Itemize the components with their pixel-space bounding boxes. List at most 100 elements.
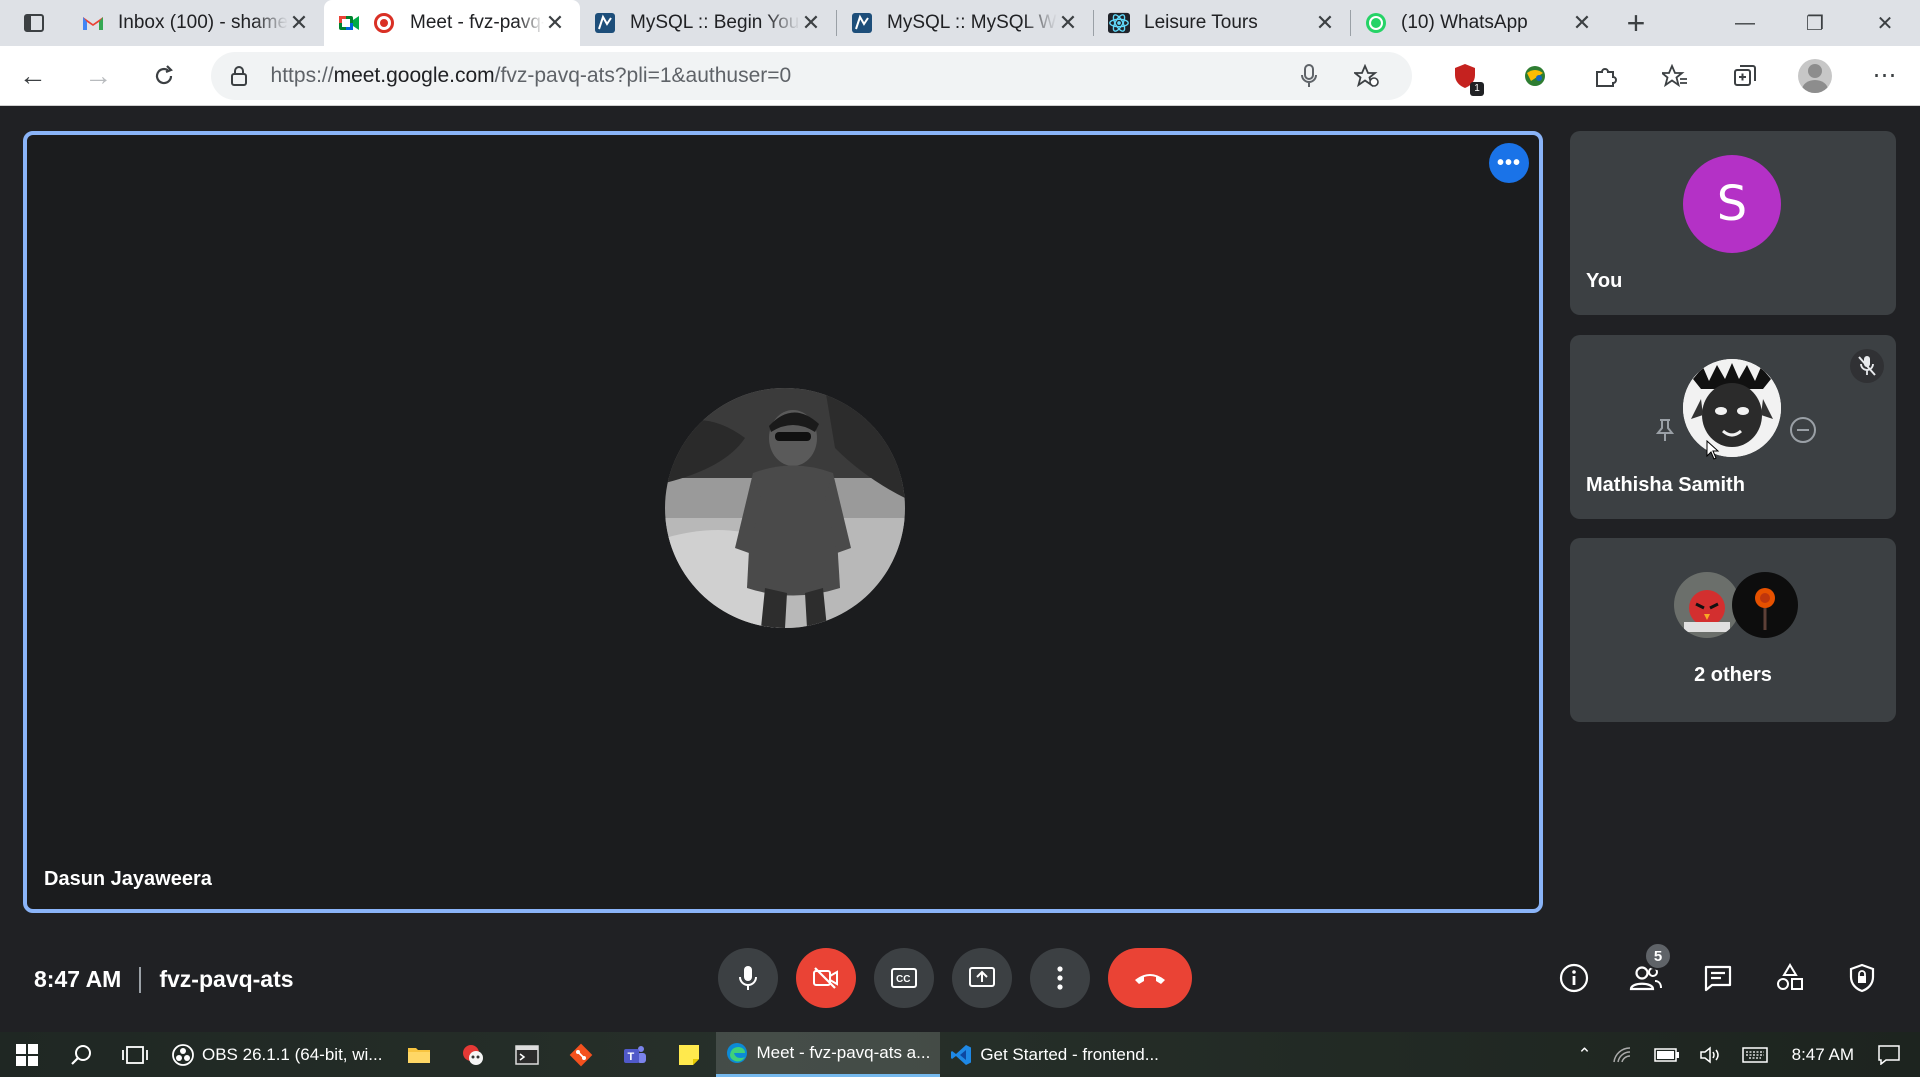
tab-leisure-tours[interactable]: Leisure Tours ✕ <box>1094 0 1350 46</box>
tab-mysql-workbench[interactable]: MySQL :: MySQL Wo ✕ <box>837 0 1093 46</box>
meet-control-bar: 8:47 AM fvz-pavq-ats CC 5 <box>0 924 1920 1032</box>
tab-meet[interactable]: Meet - fvz-pavq-ats ✕ <box>324 0 580 46</box>
camera-toggle-button[interactable] <box>796 948 856 1008</box>
remove-circle-icon <box>1790 417 1816 443</box>
task-view-icon <box>122 1045 148 1064</box>
tab-close-icon[interactable]: ✕ <box>800 10 822 35</box>
git-button[interactable] <box>554 1032 608 1077</box>
start-button[interactable] <box>0 1032 54 1077</box>
tab-close-icon[interactable]: ✕ <box>1314 10 1336 35</box>
pin-icon <box>1655 419 1675 441</box>
reload-button[interactable] <box>131 46 197 106</box>
tab-close-icon[interactable]: ✕ <box>1057 10 1079 35</box>
app-button[interactable] <box>446 1032 500 1077</box>
chat-icon <box>1704 965 1732 992</box>
others-label: 2 others <box>1694 664 1772 686</box>
taskbar-app-obs[interactable]: OBS 26.1.1 (64-bit, wi... <box>162 1032 392 1077</box>
more-horizontal-icon: ••• <box>1496 151 1521 174</box>
sticky-notes-button[interactable] <box>662 1032 716 1077</box>
plus-icon: + <box>1626 4 1646 41</box>
lock-icon[interactable] <box>227 65 251 86</box>
add-favorite-icon[interactable] <box>1338 63 1396 88</box>
activities-button[interactable] <box>1754 948 1826 1008</box>
address-bar[interactable]: https://meet.google.com/fvz-pavq-ats?pli… <box>210 51 1412 100</box>
tab-gmail[interactable]: Inbox (100) - shame ✕ <box>68 0 324 46</box>
battery-icon <box>1653 1047 1679 1062</box>
keyboard-button[interactable] <box>1732 1046 1778 1063</box>
taskbar-app-edge[interactable]: Meet - fvz-pavq-ats a... <box>716 1032 941 1077</box>
captions-button[interactable]: CC <box>874 948 934 1008</box>
settings-more-button[interactable]: ⋯ <box>1850 46 1920 106</box>
show-everyone-button[interactable]: 5 <box>1610 942 1682 1008</box>
network-button[interactable] <box>1602 1046 1644 1064</box>
call-controls: CC <box>718 948 1192 1008</box>
chat-bubble-app-icon <box>463 1044 484 1065</box>
favorites-button[interactable] <box>1640 46 1710 106</box>
collections-button[interactable] <box>1710 46 1780 106</box>
meet-stage: ••• Dasun Jayaweera S You Mathisha Samit… <box>0 107 1920 1055</box>
host-controls-button[interactable] <box>1826 948 1898 1008</box>
tab-title: MySQL :: MySQL Wo <box>887 12 1057 33</box>
participant-count-badge: 5 <box>1644 942 1672 970</box>
meeting-details: 8:47 AM fvz-pavq-ats <box>34 966 294 993</box>
participant-name: Mathisha Samith <box>1586 474 1745 496</box>
notification-center-button[interactable] <box>1868 1044 1910 1065</box>
present-screen-button[interactable] <box>952 948 1012 1008</box>
self-tile[interactable]: S You <box>1570 131 1896 315</box>
tile-more-options-button[interactable]: ••• <box>1489 143 1529 183</box>
others-tile[interactable]: 2 others <box>1570 538 1896 722</box>
chat-button[interactable] <box>1682 948 1754 1008</box>
volume-button[interactable] <box>1690 1045 1732 1064</box>
taskbar-app-vscode[interactable]: Get Started - frontend... <box>940 1032 1169 1077</box>
windows-logo-icon <box>16 1043 38 1066</box>
mysql-icon <box>851 12 873 34</box>
url-text[interactable]: https://meet.google.com/fvz-pavq-ats?pli… <box>271 64 1280 88</box>
tab-close-icon[interactable]: ✕ <box>544 10 566 35</box>
extensions-button[interactable] <box>1570 46 1640 106</box>
microphone-icon <box>739 966 757 990</box>
tab-title: Leisure Tours <box>1144 12 1258 33</box>
task-view-button[interactable] <box>108 1032 162 1077</box>
main-participant-tile[interactable]: ••• Dasun Jayaweera <box>23 131 1543 913</box>
participant-name: You <box>1586 270 1623 292</box>
profile-button[interactable] <box>1780 46 1850 106</box>
taskbar-clock[interactable]: 8:47 AM <box>1778 1045 1868 1065</box>
restore-button[interactable]: ❐ <box>1780 0 1850 46</box>
taskbar-app-label: OBS 26.1.1 (64-bit, wi... <box>202 1044 383 1064</box>
taskbar-app-label: Get Started - frontend... <box>980 1044 1159 1064</box>
teams-button[interactable]: T <box>608 1032 662 1077</box>
whatsapp-icon <box>1365 12 1387 34</box>
back-button[interactable]: ← <box>0 46 66 106</box>
forward-button[interactable]: → <box>66 46 132 106</box>
file-explorer-button[interactable] <box>392 1032 446 1077</box>
microphone-icon[interactable] <box>1280 63 1338 88</box>
leave-call-button[interactable] <box>1108 948 1192 1008</box>
shield-extension-button[interactable]: 1 <box>1430 46 1500 106</box>
search-button[interactable] <box>54 1032 108 1077</box>
meeting-details-button[interactable] <box>1538 948 1610 1008</box>
remove-participant-button[interactable] <box>1788 415 1818 445</box>
minimize-button[interactable]: — <box>1710 0 1780 46</box>
minimize-icon: — <box>1735 11 1755 34</box>
arrow-right-icon: → <box>84 59 113 91</box>
participant-tile[interactable]: Mathisha Samith <box>1570 335 1896 519</box>
terminal-button[interactable] <box>500 1032 554 1077</box>
tab-whatsapp[interactable]: (10) WhatsApp ✕ <box>1351 0 1607 46</box>
tab-actions-icon <box>24 14 44 32</box>
close-window-button[interactable]: ✕ <box>1850 0 1920 46</box>
tab-actions-menu-button[interactable] <box>0 0 68 46</box>
pin-button[interactable] <box>1650 415 1680 445</box>
profile-avatar <box>1797 58 1832 93</box>
show-hidden-icons-button[interactable]: ⌃ <box>1567 1045 1601 1065</box>
tab-mysql-begin[interactable]: MySQL :: Begin Your ✕ <box>580 0 836 46</box>
battery-button[interactable] <box>1644 1047 1690 1062</box>
globe-extension-button[interactable] <box>1500 46 1570 106</box>
folder-icon <box>408 1047 431 1063</box>
more-options-button[interactable] <box>1030 948 1090 1008</box>
shield-lock-icon <box>1849 963 1875 993</box>
tab-close-icon[interactable]: ✕ <box>1571 10 1593 35</box>
microphone-toggle-button[interactable] <box>718 948 778 1008</box>
tab-close-icon[interactable]: ✕ <box>288 10 310 35</box>
svg-text:CC: CC <box>896 974 910 985</box>
new-tab-button[interactable]: + <box>1607 0 1665 46</box>
